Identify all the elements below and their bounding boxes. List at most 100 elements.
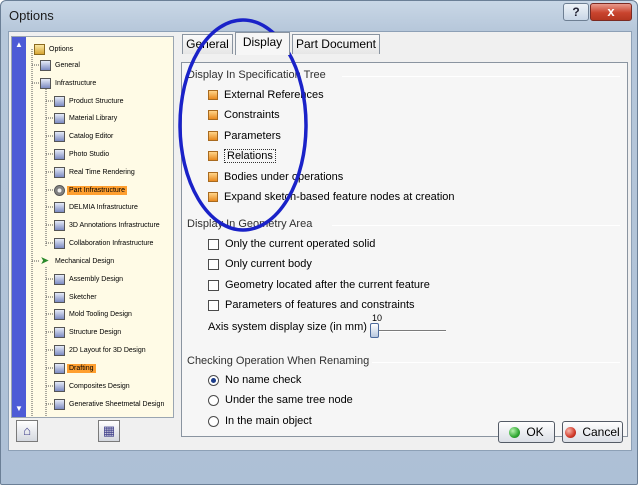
axis-size-label: Axis system display size (in mm) [208, 321, 367, 333]
tree-item-infrastructure[interactable]: Infrastructure [40, 75, 98, 91]
cancel-label: Cancel [582, 425, 620, 439]
tree-item-mold-tooling-design[interactable]: Mold Tooling Design [54, 306, 134, 322]
tab-display[interactable]: Display [235, 32, 290, 55]
tree-item-label: Product Structure [69, 97, 124, 105]
tree-scrollbar[interactable]: ▲ ▼ [12, 37, 26, 417]
material-library-icon [54, 112, 65, 124]
radio-no-name-check[interactable]: No name check [208, 371, 301, 389]
tree-item-photo-studio[interactable]: Photo Studio [54, 146, 111, 162]
group-divider [342, 76, 620, 77]
tree-item-part-infrastructure[interactable]: Part Infrastructure [54, 182, 128, 198]
tree-item-catalog-editor[interactable]: Catalog Editor [54, 128, 115, 144]
layout-icon [54, 344, 65, 356]
tree-item-label: 3D Annotations Infrastructure [69, 221, 160, 229]
tree-item-label: Assembly Design [69, 275, 124, 283]
tree-item-sketcher[interactable]: Sketcher [54, 289, 99, 305]
checkbox-unchecked-icon [208, 258, 219, 270]
external-references-checkbox[interactable]: External References [208, 86, 324, 104]
radio-main-object[interactable]: In the main object [208, 412, 312, 430]
tree-item-structure-design[interactable]: Structure Design [54, 324, 123, 340]
bodies-under-operations-checkbox[interactable]: Bodies under operations [208, 168, 343, 186]
checkbox-checked-icon [208, 172, 218, 182]
radio-same-tree-node[interactable]: Under the same tree node [208, 391, 353, 409]
axis-size-value: 10 [372, 313, 383, 323]
photo-studio-icon [54, 148, 65, 160]
tree-item-label: General [55, 61, 80, 69]
tree-item-composites-design[interactable]: Composites Design [54, 378, 132, 394]
tree-item-label: Generative Sheetmetal Design [69, 400, 165, 408]
spec-tree-group-title: Display In Specification Tree [187, 69, 326, 81]
parameters-checkbox[interactable]: Parameters [208, 127, 281, 145]
tree-item-label: Catalog Editor [69, 132, 114, 140]
ok-status-icon [509, 426, 521, 438]
tree-item-delmia-infrastructure[interactable]: DELMIA Infrastructure [54, 199, 140, 215]
help-button[interactable]: ? [563, 3, 589, 21]
geometry-group-title: Display In Geometry Area [187, 218, 313, 230]
checkbox-label: Constraints [224, 109, 280, 121]
radio-unselected-icon [208, 394, 219, 406]
parameters-lock-icon[interactable]: ▦ [98, 420, 120, 442]
ok-label: OK [526, 425, 544, 439]
scroll-up-arrow[interactable]: ▲ [13, 39, 25, 51]
only-current-body-checkbox[interactable]: Only current body [208, 255, 312, 273]
delmia-infrastructure-icon [54, 201, 65, 213]
tree-item-mechanical-design[interactable]: ➤ Mechanical Design [40, 253, 116, 269]
title-bar[interactable]: Options ? x [1, 1, 637, 31]
cancel-button[interactable]: Cancel [562, 421, 623, 443]
tree-item-material-library[interactable]: Material Library [54, 110, 119, 126]
checkbox-checked-icon [208, 151, 218, 161]
tree-item-label: 2D Layout for 3D Design [69, 346, 146, 354]
radio-label: No name check [225, 374, 302, 386]
tree-item-drafting[interactable]: Drafting [54, 360, 96, 376]
axis-size-slider-thumb[interactable] [370, 323, 379, 338]
checkbox-label: Relations [224, 149, 276, 163]
checkbox-label: Parameters of features and constraints [225, 299, 415, 311]
tree-item-2d-layout[interactable]: 2D Layout for 3D Design [54, 342, 148, 358]
checkbox-label: Expand sketch-based feature nodes at cre… [224, 191, 455, 203]
scroll-down-arrow[interactable]: ▼ [13, 403, 25, 415]
checkbox-label: Parameters [224, 130, 281, 142]
expand-sketch-nodes-checkbox[interactable]: Expand sketch-based feature nodes at cre… [208, 188, 455, 206]
cancel-status-icon [565, 426, 577, 438]
tree-item-label: Photo Studio [69, 150, 110, 158]
gear-icon [54, 184, 65, 196]
tree-item-label: Mold Tooling Design [69, 310, 132, 318]
radio-unselected-icon [208, 415, 219, 427]
parameters-features-checkbox[interactable]: Parameters of features and constraints [208, 296, 415, 314]
tree-item-collaboration-infrastructure[interactable]: Collaboration Infrastructure [54, 235, 155, 251]
relations-checkbox[interactable]: Relations [208, 147, 276, 165]
reset-settings-icon[interactable]: ⌂ [16, 420, 38, 442]
ok-button[interactable]: OK [498, 421, 555, 443]
assembly-design-icon [54, 273, 65, 285]
tree-item-label: Collaboration Infrastructure [69, 239, 154, 247]
tree-item-3d-annotations-infrastructure[interactable]: 3D Annotations Infrastructure [54, 217, 162, 233]
checkbox-checked-icon [208, 90, 218, 100]
only-current-solid-checkbox[interactable]: Only the current operated solid [208, 235, 375, 253]
tree-item-generative-sheetmetal[interactable]: Generative Sheetmetal Design [54, 396, 166, 412]
tree-item-product-structure[interactable]: Product Structure [54, 93, 125, 109]
tree-item-label: Options [49, 45, 74, 53]
tree-item-label: Material Library [69, 114, 118, 122]
checkbox-label: Only current body [225, 258, 312, 270]
tree-item-options[interactable]: Options [34, 41, 75, 57]
geometry-after-feature-checkbox[interactable]: Geometry located after the current featu… [208, 276, 430, 294]
sheetmetal-icon [54, 398, 65, 410]
tree-item-assembly-design[interactable]: Assembly Design [54, 271, 125, 287]
infrastructure-icon [40, 77, 51, 89]
close-button[interactable]: x [590, 3, 632, 21]
tree-item-real-time-rendering[interactable]: Real Time Rendering [54, 164, 137, 180]
axis-size-slider-track[interactable] [370, 330, 446, 332]
renaming-group-title: Checking Operation When Renaming [187, 355, 370, 367]
tab-part-document[interactable]: Part Document [292, 34, 380, 54]
constraints-checkbox[interactable]: Constraints [208, 106, 280, 124]
tree-item-general[interactable]: General [40, 57, 82, 73]
tab-general[interactable]: General [182, 34, 233, 54]
checkbox-checked-icon [208, 192, 218, 202]
tree-item-label: Real Time Rendering [69, 168, 135, 176]
checkbox-unchecked-icon [208, 238, 219, 250]
checkbox-label: Geometry located after the current featu… [225, 279, 430, 291]
window-title: Options [9, 8, 54, 23]
tree-item-label: Structure Design [69, 328, 122, 336]
tree-item-label: Part Infrastructure [67, 185, 128, 195]
tree-item-label: Sketcher [69, 293, 97, 301]
